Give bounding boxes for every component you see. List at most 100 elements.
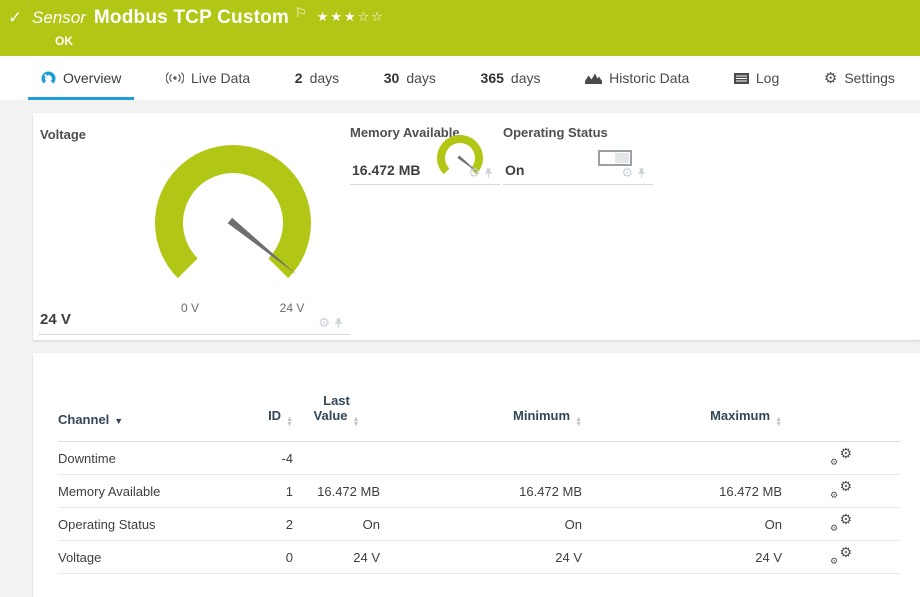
channel-name[interactable]: Operating Status xyxy=(58,508,238,541)
channel-settings-icon[interactable]: ⚙⚙ xyxy=(830,514,852,532)
channel-id: 0 xyxy=(238,541,293,574)
gauge-cell-operating-status[interactable]: Operating Status On ⚙ xyxy=(503,125,653,185)
channel-minimum: On xyxy=(380,508,582,541)
gear-icon[interactable]: ⚙ xyxy=(468,166,480,179)
stars-filled[interactable]: ★★★ xyxy=(317,9,358,24)
switch-indicator xyxy=(598,150,632,166)
status-badge: OK xyxy=(55,34,73,48)
channel-maximum: 24 V xyxy=(582,541,782,574)
gauge-value: 16.472 MB xyxy=(352,162,420,178)
tab-30-days[interactable]: 30 days xyxy=(371,56,449,100)
tab-label: Overview xyxy=(63,70,121,86)
gauge-cell-memory-available[interactable]: Memory Available 16.472 MB ⚙ xyxy=(350,125,500,185)
channel-maximum xyxy=(582,442,782,475)
gauge-max-label: 24 V xyxy=(272,301,312,315)
column-header-maximum[interactable]: Maximum ▲▼ xyxy=(582,353,782,442)
tab-number: 30 xyxy=(384,70,400,86)
gauge-title: Operating Status xyxy=(503,125,653,140)
column-label: Value xyxy=(314,408,348,423)
sort-icon: ▲▼ xyxy=(286,417,293,427)
sort-icon: ▲▼ xyxy=(775,417,782,427)
gear-icon[interactable]: ⚙ xyxy=(621,166,633,179)
column-label: Maximum xyxy=(710,408,770,423)
table-row[interactable]: Operating Status 2 On On On ⚙⚙ xyxy=(58,508,900,541)
channel-last-value: 16.472 MB xyxy=(293,475,380,508)
gauges-panel: Voltage 0 V 24 V 24 V ⚙ Memory Available xyxy=(33,113,920,340)
channel-id: 2 xyxy=(238,508,293,541)
channel-settings-icon[interactable]: ⚙⚙ xyxy=(830,448,852,466)
table-header-row: Channel ▼ ID ▲▼ Last Value ▲▼ Minimum ▲▼ Max… xyxy=(58,353,900,442)
channel-minimum xyxy=(380,442,582,475)
channels-table: Channel ▼ ID ▲▼ Last Value ▲▼ Minimum ▲▼ Max… xyxy=(58,353,900,574)
pin-icon[interactable] xyxy=(333,317,344,329)
gear-icon[interactable]: ⚙ xyxy=(318,316,330,329)
content-area: Voltage 0 V 24 V 24 V ⚙ Memory Available xyxy=(0,100,920,597)
switch-knob xyxy=(615,153,629,163)
tab-label: Live Data xyxy=(191,70,250,86)
tab-label: Historic Data xyxy=(609,70,689,86)
column-header-id[interactable]: ID ▲▼ xyxy=(238,353,293,442)
area-chart-icon xyxy=(585,72,602,84)
tab-bar: Overview Live Data 2 days 30 days 365 da… xyxy=(0,56,920,100)
tab-historic-data[interactable]: Historic Data xyxy=(572,56,702,100)
channel-last-value xyxy=(293,442,380,475)
gauge-value: 24 V xyxy=(40,311,71,328)
gauge-icon xyxy=(41,71,56,86)
column-header-last-value[interactable]: Last Value ▲▼ xyxy=(293,353,380,442)
tab-365-days[interactable]: 365 days xyxy=(468,56,554,100)
column-label: Last xyxy=(323,393,350,408)
channel-name[interactable]: Voltage xyxy=(58,541,238,574)
channel-minimum: 24 V xyxy=(380,541,582,574)
channel-id: -4 xyxy=(238,442,293,475)
channels-panel: Channel ▼ ID ▲▼ Last Value ▲▼ Minimum ▲▼ Max… xyxy=(33,353,920,597)
tab-2-days[interactable]: 2 days xyxy=(282,56,352,100)
tab-label: Log xyxy=(756,70,779,86)
sorted-desc-icon: ▼ xyxy=(114,416,123,426)
gauge-value: On xyxy=(505,162,524,178)
tab-label: days xyxy=(406,70,436,86)
table-row[interactable]: Voltage 0 24 V 24 V 24 V ⚙⚙ xyxy=(58,541,900,574)
priority-stars[interactable]: ★★★☆☆ xyxy=(317,9,385,25)
voltage-gauge xyxy=(148,138,318,308)
channel-name[interactable]: Downtime xyxy=(58,442,238,475)
sort-icon: ▲▼ xyxy=(575,417,582,427)
tab-settings[interactable]: ⚙ Settings xyxy=(811,56,908,100)
tab-label: days xyxy=(511,70,541,86)
channel-settings-icon[interactable]: ⚙⚙ xyxy=(830,547,852,565)
tab-number: 365 xyxy=(481,70,504,86)
channel-id: 1 xyxy=(238,475,293,508)
tab-number: 2 xyxy=(295,70,303,86)
column-header-minimum[interactable]: Minimum ▲▼ xyxy=(380,353,582,442)
page-title: Modbus TCP Custom xyxy=(94,7,289,29)
live-data-icon xyxy=(166,72,184,84)
channel-maximum: On xyxy=(582,508,782,541)
table-row[interactable]: Memory Available 1 16.472 MB 16.472 MB 1… xyxy=(58,475,900,508)
tab-label: days xyxy=(310,70,340,86)
gauge-cell-voltage[interactable]: Voltage 0 V 24 V 24 V ⚙ xyxy=(38,125,350,335)
tab-live-data[interactable]: Live Data xyxy=(153,56,263,100)
channel-minimum: 16.472 MB xyxy=(380,475,582,508)
tab-overview[interactable]: Overview xyxy=(28,56,134,100)
channel-last-value: 24 V xyxy=(293,541,380,574)
status-check-icon: ✓ xyxy=(8,8,32,28)
gear-icon: ⚙ xyxy=(824,71,837,86)
column-header-channel[interactable]: Channel ▼ xyxy=(58,353,238,442)
sort-icon: ▲▼ xyxy=(353,417,360,427)
pin-icon[interactable] xyxy=(483,167,494,179)
column-header-settings xyxy=(782,353,900,442)
channel-name[interactable]: Memory Available xyxy=(58,475,238,508)
channel-maximum: 16.472 MB xyxy=(582,475,782,508)
channel-settings-icon[interactable]: ⚙⚙ xyxy=(830,481,852,499)
table-row[interactable]: Downtime -4 ⚙⚙ xyxy=(58,442,900,475)
column-label: Channel xyxy=(58,412,109,427)
channel-last-value: On xyxy=(293,508,380,541)
sensor-header: ✓ Sensor Modbus TCP Custom ⚐ ★★★☆☆ OK xyxy=(0,0,920,56)
tab-log[interactable]: Log xyxy=(721,56,792,100)
stars-empty[interactable]: ☆☆ xyxy=(358,9,385,24)
gauge-min-label: 0 V xyxy=(170,301,210,315)
column-label: Minimum xyxy=(513,408,570,423)
pin-icon[interactable] xyxy=(636,167,647,179)
column-label: ID xyxy=(268,408,281,423)
priority-flag-icon[interactable]: ⚐ xyxy=(295,5,307,21)
log-list-icon xyxy=(734,73,749,84)
